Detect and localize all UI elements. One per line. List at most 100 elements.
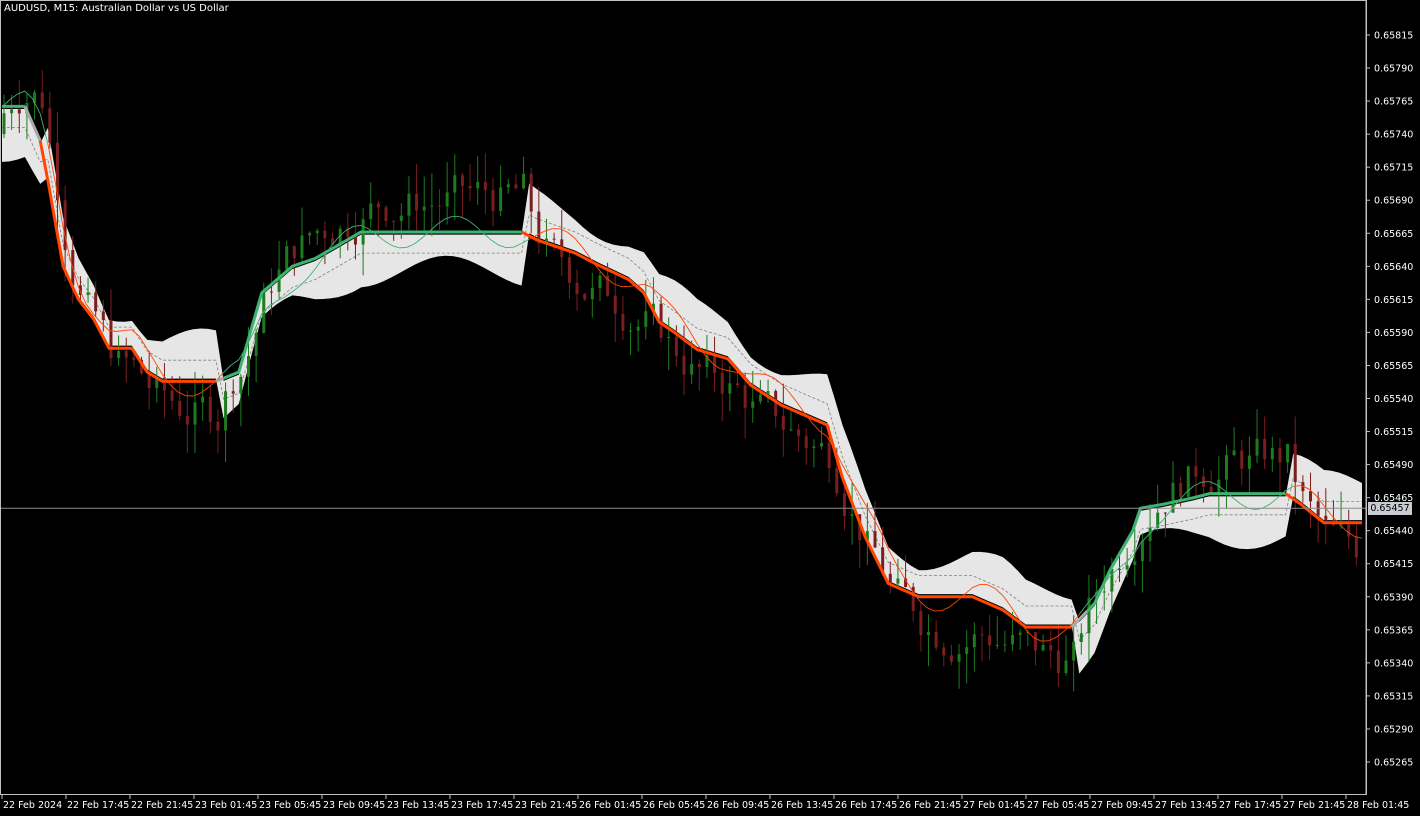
candle (1247, 436, 1251, 495)
price-label: 0.65565 (1374, 361, 1413, 372)
candle (743, 372, 747, 439)
fast-line-seg (437, 218, 446, 225)
price-label: 0.65515 (1374, 427, 1413, 438)
candle (430, 173, 434, 236)
candle-body (86, 292, 90, 296)
candle (308, 231, 312, 245)
candle-body (1072, 641, 1076, 661)
candle-body (453, 175, 457, 193)
candle-body (957, 654, 961, 662)
price-label: 0.65390 (1374, 592, 1413, 603)
fast-line-seg (9, 93, 18, 101)
candle-body (751, 401, 755, 408)
candle-body (376, 203, 380, 208)
fast-line-seg (926, 607, 935, 612)
chart-frame (0, 0, 1367, 795)
candle-body (415, 193, 419, 211)
candle (697, 359, 701, 391)
candle-body (598, 275, 602, 288)
candle-body (758, 394, 762, 402)
candle-body (552, 238, 556, 240)
candle-body (124, 351, 128, 358)
candle (629, 322, 633, 356)
candle-body (529, 173, 533, 212)
candle-body (644, 311, 648, 327)
candle (1286, 443, 1290, 473)
candle-body (323, 230, 327, 239)
candle-body (972, 634, 976, 648)
candle-body (430, 205, 434, 207)
candle (1232, 427, 1236, 456)
candle-body (827, 442, 831, 469)
candle (1263, 416, 1267, 470)
fast-line-seg (949, 600, 958, 608)
candle-body (735, 383, 739, 386)
time-label: 27 Feb 17:45 (1219, 800, 1281, 811)
candle-body (674, 336, 678, 356)
candle-body (697, 363, 701, 368)
candle (445, 162, 449, 225)
candle (277, 240, 281, 300)
candle-body (1324, 515, 1328, 520)
fast-line-seg (1338, 523, 1348, 532)
candle-body (17, 109, 21, 114)
fast-line-seg (32, 98, 41, 114)
price-label: 0.65490 (1374, 460, 1413, 471)
time-label: 27 Feb 05:45 (1027, 800, 1089, 811)
candle (315, 228, 319, 245)
candle (1049, 630, 1053, 669)
candle (94, 281, 98, 317)
candle-body (1240, 450, 1244, 469)
candle-body (949, 655, 953, 662)
candle-body (1270, 447, 1274, 460)
candle-body (1102, 591, 1106, 593)
candle (254, 328, 258, 383)
candle (812, 439, 816, 468)
candle-body (369, 203, 373, 220)
price-label: 0.65815 (1374, 31, 1413, 42)
candle-body (224, 391, 228, 431)
candle (942, 642, 946, 667)
candle-body (1140, 541, 1144, 562)
candle-body (2, 113, 6, 135)
price-label: 0.65315 (1374, 691, 1413, 702)
candle-body (667, 336, 671, 339)
candle-body (820, 442, 824, 447)
candle-body (919, 610, 923, 636)
candle (797, 424, 801, 453)
candle-body (1056, 650, 1060, 674)
fast-line-seg (17, 90, 26, 95)
candle-body (300, 235, 304, 259)
candle (1194, 447, 1198, 497)
candle (934, 620, 938, 651)
candle (972, 622, 976, 672)
candle-body (1255, 438, 1259, 456)
candle-body (873, 531, 877, 548)
candle-body (132, 357, 136, 360)
candle-body (1232, 450, 1236, 456)
price-label: 0.65440 (1374, 526, 1413, 537)
time-label: 23 Feb 17:45 (451, 800, 513, 811)
candle-body (117, 351, 121, 359)
candle (407, 176, 411, 230)
candle (842, 483, 846, 531)
price-label: 0.65290 (1374, 724, 1413, 735)
candle-body (506, 184, 510, 188)
candle-body (292, 246, 296, 259)
candle-body (353, 236, 357, 245)
price-label: 0.65665 (1374, 229, 1413, 240)
candle (415, 163, 419, 233)
candle-body (835, 468, 839, 494)
candle-body (781, 415, 785, 430)
candle-body (926, 631, 930, 636)
candle-body (254, 332, 258, 357)
candle-body (162, 377, 166, 391)
time-label: 22 Feb 17:45 (67, 800, 129, 811)
fast-line-seg (918, 599, 927, 608)
price-chart[interactable]: 0.65815 0.65790 0.65765 0.65740 0.65715 0.656… (0, 0, 1420, 816)
candle-body (384, 207, 388, 221)
fast-line-seg (720, 368, 728, 372)
candle-body (239, 376, 243, 394)
candle-body (636, 326, 640, 331)
time-label: 22 Feb 2024 (3, 800, 62, 811)
